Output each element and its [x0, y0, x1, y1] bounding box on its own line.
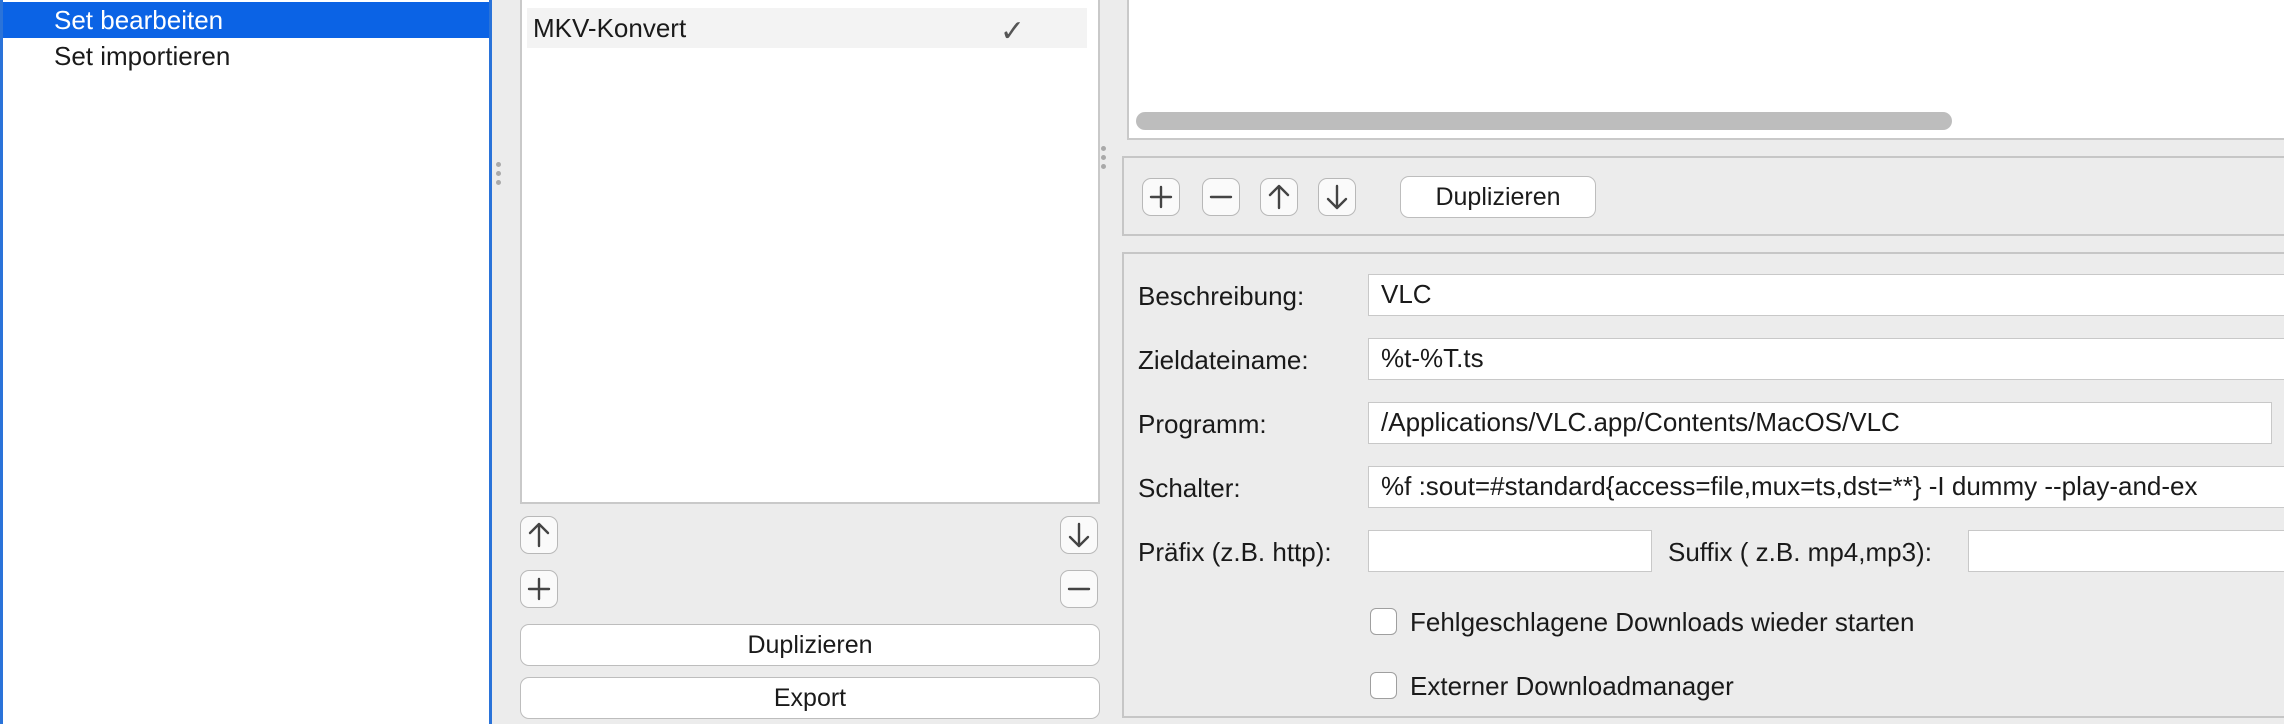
nav-item-set-importieren[interactable]: Set importieren	[3, 38, 489, 74]
external-downloadmanager-checkbox[interactable]	[1370, 672, 1397, 699]
description-label: Beschreibung:	[1138, 281, 1305, 311]
settings-navigation: Set bearbeiten Set importieren	[0, 0, 492, 724]
add-program-button[interactable]	[1142, 178, 1180, 216]
suffix-field[interactable]	[1968, 530, 2284, 572]
prefix-field[interactable]	[1368, 530, 1652, 572]
suffix-label: Suffix ( z.B. mp4,mp3):	[1668, 537, 1932, 567]
restart-downloads-checkbox[interactable]	[1370, 608, 1397, 635]
program-label: Programm:	[1138, 409, 1267, 439]
arrow-down-icon	[1068, 522, 1090, 548]
switch-label: Schalter:	[1138, 473, 1241, 503]
checkmark-icon: ✓	[999, 15, 1025, 48]
nav-item-set-bearbeiten[interactable]: Set bearbeiten	[3, 2, 489, 38]
minus-icon	[1209, 195, 1233, 199]
target-filename-field[interactable]: %t-%T.ts	[1368, 338, 2284, 380]
list-item[interactable]: MKV-Konvert ✓	[527, 8, 1087, 48]
minus-icon	[1067, 587, 1091, 591]
external-downloadmanager-label: Externer Downloadmanager	[1410, 671, 1734, 701]
program-down-button[interactable]	[1318, 178, 1356, 216]
switch-field[interactable]: %f :sout=#standard{access=file,mux=ts,ds…	[1368, 466, 2284, 508]
move-down-button[interactable]	[1060, 516, 1098, 554]
duplicate-set-button[interactable]: Duplizieren	[520, 624, 1100, 666]
horizontal-scrollbar[interactable]	[1136, 112, 1952, 130]
move-up-button[interactable]	[520, 516, 558, 554]
description-field[interactable]: VLC	[1368, 274, 2284, 316]
arrow-up-icon	[528, 522, 550, 548]
remove-program-button[interactable]	[1202, 178, 1240, 216]
right-splitter-handle[interactable]	[1101, 146, 1107, 169]
arrow-up-icon	[1268, 184, 1290, 210]
target-filename-label: Zieldateiname:	[1138, 345, 1309, 375]
export-button[interactable]: Export	[520, 677, 1100, 719]
remove-set-button[interactable]	[1060, 570, 1098, 608]
prefix-label: Präfix (z.B. http):	[1138, 537, 1332, 567]
arrow-down-icon	[1326, 184, 1348, 210]
list-item-label: MKV-Konvert	[533, 13, 687, 43]
program-form: Beschreibung: VLC Zieldateiname: %t-%T.t…	[1122, 252, 2284, 718]
duplicate-program-button[interactable]: Duplizieren	[1400, 176, 1596, 218]
program-up-button[interactable]	[1260, 178, 1298, 216]
program-path-field[interactable]: /Applications/VLC.app/Contents/MacOS/VLC	[1368, 402, 2272, 444]
program-toolbar: Duplizieren	[1122, 156, 2284, 236]
plus-icon	[1149, 185, 1173, 209]
plus-icon	[527, 577, 551, 601]
left-splitter-handle[interactable]	[496, 162, 502, 185]
add-set-button[interactable]	[520, 570, 558, 608]
restart-downloads-label: Fehlgeschlagene Downloads wieder starten	[1410, 607, 1915, 637]
set-list[interactable]: MKV-Konvert ✓	[520, 0, 1100, 504]
